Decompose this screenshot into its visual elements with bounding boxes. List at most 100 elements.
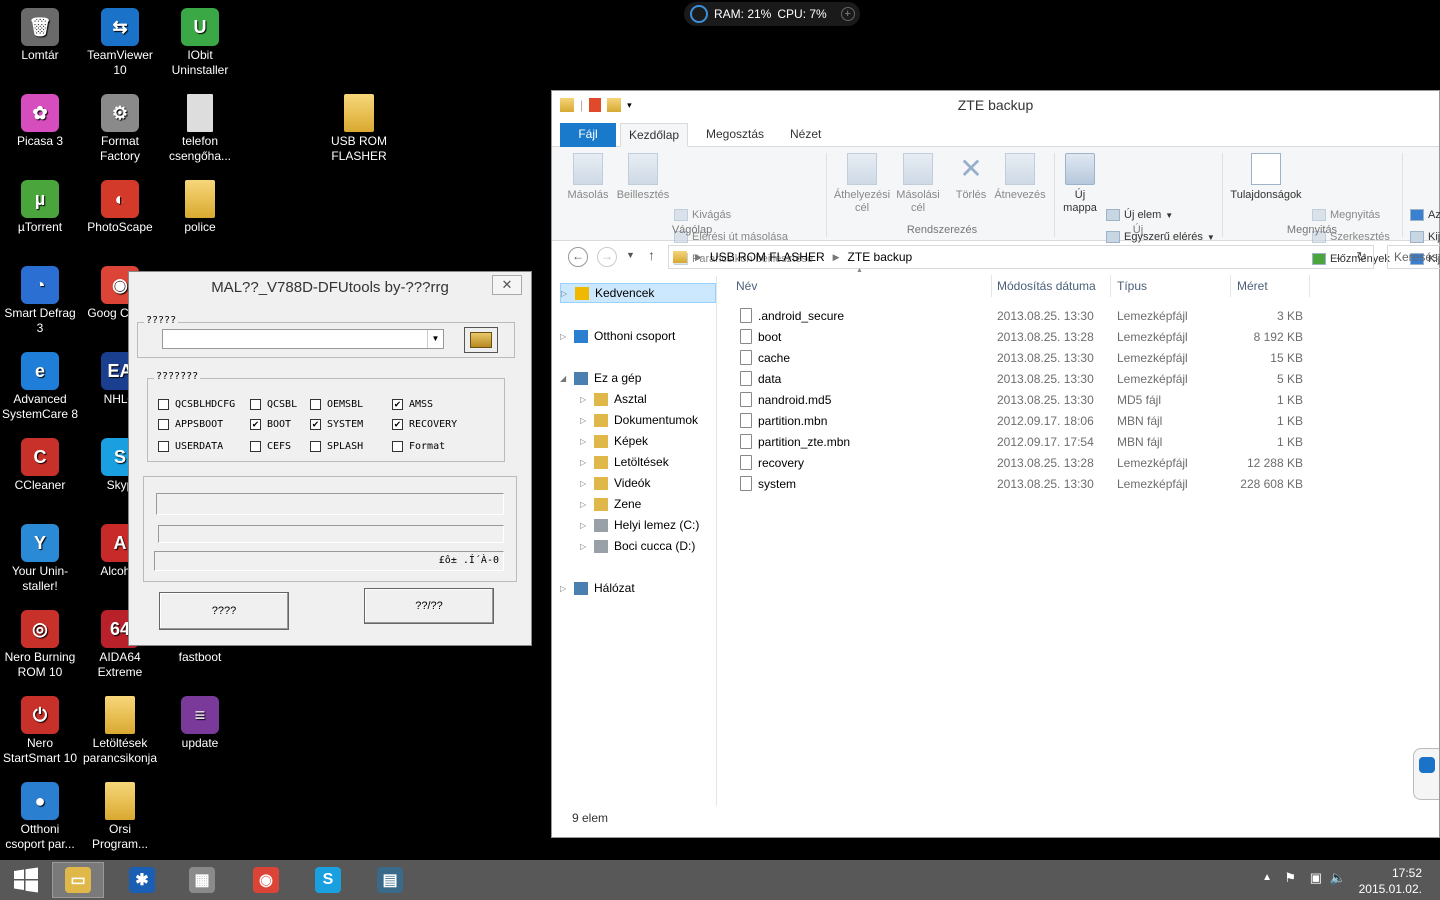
cut-button[interactable]: Kivágás [674, 209, 731, 221]
file-select[interactable]: ▼ [162, 329, 444, 349]
copy-button[interactable]: Másolás [566, 153, 610, 202]
checkbox-box[interactable]: ✔ [392, 419, 403, 430]
table-row[interactable]: cache 2013.08.25. 13:30 Lemezképfájl 15 KB [736, 348, 1316, 369]
expand-icon[interactable]: ▷ [560, 584, 568, 593]
properties-button[interactable]: Tulajdonságok [1226, 153, 1306, 202]
rename-button[interactable]: Átnevezés [992, 153, 1048, 202]
nav-item[interactable]: ▷ Képek [580, 431, 648, 451]
taskbar-bluetooth[interactable]: ✱ [116, 862, 168, 898]
checkbox-box[interactable]: ✔ [310, 419, 321, 430]
checkbox-box[interactable] [310, 399, 321, 410]
desktop-icon[interactable]: ◎ Nero Burning ROM 10 [0, 610, 80, 680]
desktop-icon[interactable]: ⇆ TeamViewer 10 [80, 8, 160, 78]
expand-icon[interactable]: ▷ [580, 521, 588, 530]
desktop-icon[interactable]: µ µTorrent [0, 180, 80, 235]
action-center-flag-icon[interactable]: ⚑ [1284, 870, 1296, 886]
breadcrumb-zte-backup[interactable]: ZTE backup [848, 250, 913, 264]
checkbox-amss[interactable]: ✔ AMSS [392, 399, 433, 410]
checkbox-cefs[interactable]: CEFS [250, 441, 291, 452]
checkbox-box[interactable] [158, 419, 169, 430]
table-row[interactable]: recovery 2013.08.25. 13:28 Lemezképfájl 12 … [736, 453, 1316, 474]
checkbox-system[interactable]: ✔ SYSTEM [310, 419, 363, 430]
expand-icon[interactable]: ▷ [580, 500, 588, 509]
checkbox-box[interactable] [392, 441, 403, 452]
checkbox-box[interactable]: ✔ [392, 399, 403, 410]
expand-icon[interactable]: ▷ [580, 437, 588, 446]
desktop-icon[interactable]: U IObit Uninstaller [160, 8, 240, 78]
checkbox-oemsbl[interactable]: OEMSBL [310, 399, 363, 410]
refresh-icon[interactable]: ↻ [1356, 249, 1367, 265]
desktop-icon[interactable]: Orsi Program... [80, 782, 160, 852]
volume-icon[interactable]: 🔈 [1330, 870, 1346, 886]
paste-button[interactable]: Beillesztés [614, 153, 672, 202]
desktop-icon[interactable]: Letöltések parancsikonja [80, 696, 160, 766]
move-to-button[interactable]: Áthelyezési cél [832, 153, 892, 215]
back-button[interactable]: ← [568, 247, 588, 267]
checkbox-boot[interactable]: ✔ BOOT [250, 419, 291, 430]
checkbox-splash[interactable]: SPLASH [310, 441, 363, 452]
search-input[interactable]: Keresés: [1387, 245, 1440, 269]
desktop-icon[interactable]: e Advanced SystemCare 8 [0, 352, 80, 422]
chevron-down-icon[interactable]: ⌄ [1335, 252, 1343, 263]
start-button[interactable] [0, 862, 52, 898]
expand-icon[interactable]: ▷ [580, 395, 588, 404]
checkbox-qcsbl[interactable]: QCSBL [250, 399, 297, 410]
select-none-button[interactable]: Kij [1410, 231, 1440, 243]
checkbox-userdata[interactable]: USERDATA [158, 441, 223, 452]
column-type[interactable]: Típus [1117, 279, 1147, 293]
checkbox-appsboot[interactable]: APPSBOOT [158, 419, 223, 430]
up-button[interactable]: ↑ [648, 247, 655, 263]
new-folder-button[interactable]: Új mappa [1060, 153, 1100, 215]
nav-item[interactable]: ▷ Dokumentumok [580, 410, 698, 430]
desktop-icon[interactable]: ● Otthoni csoport par... [0, 782, 80, 852]
checkbox-box[interactable] [158, 441, 169, 452]
nav-item[interactable]: ▷ Videók [580, 473, 650, 493]
desktop-icon[interactable]: ⚙ Format Factory [80, 94, 160, 164]
breadcrumb-usb-rom-flasher[interactable]: USB ROM FLASHER [710, 250, 825, 264]
expand-icon[interactable]: ▷ [580, 542, 588, 551]
network-icon[interactable]: ▣ [1310, 870, 1322, 886]
open-folder-button[interactable] [464, 327, 498, 353]
show-hidden-icons-icon[interactable]: ▲ [1262, 872, 1272, 883]
teamviewer-panel-tab[interactable] [1413, 748, 1439, 800]
desktop-icon[interactable]: ≡ update [160, 696, 240, 751]
nav-item[interactable]: ▷ Kedvencek [560, 283, 716, 303]
expand-icon[interactable]: ▷ [560, 332, 568, 341]
copy-to-button[interactable]: Másolási cél [890, 153, 946, 215]
nav-item[interactable]: ◢ Ez a gép [560, 368, 641, 388]
table-row[interactable]: partition_zte.mbn 2012.09.17. 17:54 MBN fá… [736, 432, 1316, 453]
tab-view[interactable]: Nézet [782, 123, 829, 147]
taskbar-dfutools[interactable]: ▤ [364, 862, 416, 898]
nav-item[interactable]: ▷ Asztal [580, 389, 647, 409]
desktop-icon[interactable]: C CCleaner [0, 438, 80, 493]
checkbox-box[interactable] [158, 399, 169, 410]
expanded-icon[interactable]: ◢ [560, 374, 568, 383]
clock[interactable]: 17:52 2015.01.02. [1352, 865, 1422, 897]
table-row[interactable]: boot 2013.08.25. 13:28 Lemezképfájl 8 192 K… [736, 327, 1316, 348]
dfu-right-button[interactable]: ??/?? [364, 588, 494, 624]
checkbox-format[interactable]: Format [392, 441, 445, 452]
close-button[interactable]: ✕ [492, 275, 522, 295]
forward-button[interactable]: → [597, 247, 617, 267]
open-button[interactable]: Megnyitás [1312, 209, 1380, 221]
table-row[interactable]: system 2013.08.25. 13:30 Lemezképfájl 228 6… [736, 474, 1316, 495]
column-date[interactable]: Módosítás dátuma [997, 279, 1096, 293]
table-row[interactable]: partition.mbn 2012.09.17. 18:06 MBN fájl 1 … [736, 411, 1316, 432]
desktop-icon[interactable]: ⏻ Nero StartSmart 10 [0, 696, 80, 766]
taskbar-skype[interactable]: S [302, 862, 354, 898]
taskbar-app-grid[interactable]: ▦ [176, 862, 228, 898]
nav-item[interactable]: ▷ Otthoni csoport [560, 326, 675, 346]
expand-icon[interactable]: ▷ [561, 289, 569, 298]
table-row[interactable]: nandroid.md5 2013.08.25. 13:30 MD5 fájl 1 K… [736, 390, 1316, 411]
checkbox-box[interactable] [250, 441, 261, 452]
checkbox-qcsblhdcfg[interactable]: QCSBLHDCFG [158, 399, 235, 410]
checkbox-box[interactable] [250, 399, 261, 410]
taskbar-file-explorer[interactable]: ▭ [52, 862, 104, 898]
expand-icon[interactable]: ▷ [580, 479, 588, 488]
select-all-button[interactable]: Az [1410, 209, 1440, 221]
nav-item[interactable]: ▷ Boci cucca (D:) [580, 536, 695, 556]
nav-item[interactable]: ▷ Hálózat [560, 578, 635, 598]
column-name[interactable]: Név [736, 279, 757, 293]
checkbox-box[interactable] [310, 441, 321, 452]
nav-item[interactable]: ▷ Helyi lemez (C:) [580, 515, 699, 535]
